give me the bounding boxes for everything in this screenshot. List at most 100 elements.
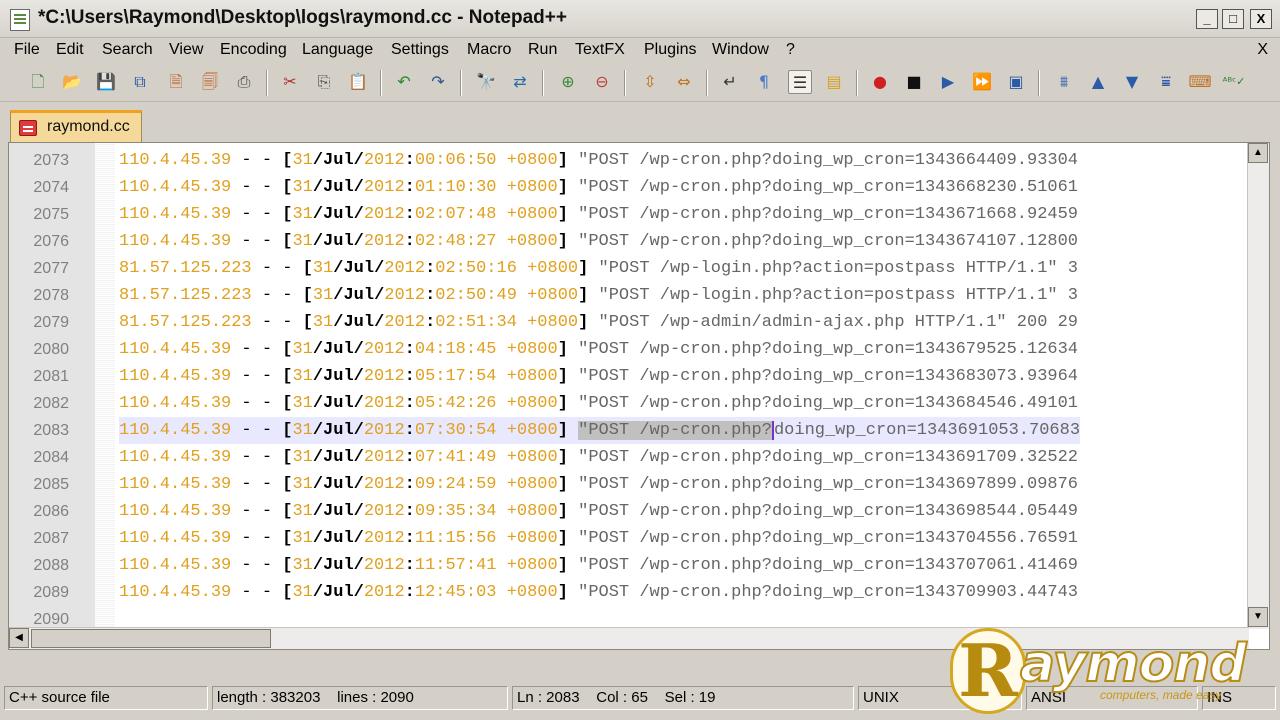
log-timezone: +0800: [506, 367, 558, 386]
line-number: 2075: [33, 206, 69, 223]
move-down-icon[interactable]: ▼: [1120, 70, 1144, 94]
log-year: 2012: [363, 151, 405, 170]
log-ip: 81.57.125.223: [119, 286, 252, 305]
code-line[interactable]: 2076 110.4.45.39 - - [31/Jul/2012:02:48:2…: [9, 228, 1245, 255]
menu-window[interactable]: Window: [712, 41, 769, 59]
trim-lines-icon[interactable]: ⩩: [1052, 70, 1076, 94]
cut-icon[interactable]: ✂: [278, 70, 302, 94]
menu-edit[interactable]: Edit: [56, 41, 84, 59]
menu-search[interactable]: Search: [102, 41, 153, 59]
code-line[interactable]: 2077 81.57.125.223 - - [31/Jul/2012:02:50…: [9, 255, 1245, 282]
undo-icon[interactable]: ↶: [392, 70, 416, 94]
record-macro-icon[interactable]: ●: [868, 70, 892, 94]
code-line[interactable]: 2079 81.57.125.223 - - [31/Jul/2012:02:51…: [9, 309, 1245, 336]
code-line[interactable]: 2083 110.4.45.39 - - [31/Jul/2012:07:30:5…: [9, 417, 1245, 444]
log-month: Jul: [323, 394, 354, 413]
code-line[interactable]: 2086 110.4.45.39 - - [31/Jul/2012:09:35:3…: [9, 498, 1245, 525]
copy-icon[interactable]: ⎘: [312, 70, 336, 94]
code-line[interactable]: 2080 110.4.45.39 - - [31/Jul/2012:04:18:4…: [9, 336, 1245, 363]
code-line[interactable]: 2078 81.57.125.223 - - [31/Jul/2012:02:50…: [9, 282, 1245, 309]
vertical-scrollbar[interactable]: ▲ ▼: [1247, 143, 1269, 629]
sort-icon[interactable]: ⩸: [1154, 70, 1178, 94]
code-text: 81.57.125.223 - - [31/Jul/2012:02:50:49 …: [119, 286, 1079, 305]
scroll-down-icon[interactable]: ▼: [1248, 607, 1268, 627]
toolbar-separator: [706, 70, 708, 96]
code-text: 81.57.125.223 - - [31/Jul/2012:02:51:34 …: [119, 313, 1079, 332]
log-request: doing_wp_cron=1343691053.70683: [773, 421, 1081, 440]
print-icon[interactable]: ⎙: [232, 70, 256, 94]
log-timezone: +0800: [506, 502, 558, 521]
show-all-characters-icon[interactable]: ¶: [752, 70, 776, 94]
raymond-watermark: R aymond computers, made easy: [950, 628, 1270, 718]
menu-language[interactable]: Language: [302, 41, 373, 59]
log-day: 31: [292, 421, 313, 440]
log-ip: 110.4.45.39: [119, 475, 232, 494]
horizontal-scroll-thumb[interactable]: [31, 629, 271, 648]
code-line[interactable]: 2089 110.4.45.39 - - [31/Jul/2012:12:45:0…: [9, 579, 1245, 606]
close-all-icon[interactable]: 🗐: [198, 70, 222, 94]
menu-macro[interactable]: Macro: [467, 41, 511, 59]
log-month: Jul: [343, 313, 375, 332]
minimize-button[interactable]: _: [1196, 9, 1218, 29]
menu-textfx[interactable]: TextFX: [575, 41, 625, 59]
menu-plugins[interactable]: Plugins: [644, 41, 696, 59]
menu-help[interactable]: ?: [786, 41, 795, 59]
save-icon[interactable]: 💾: [94, 70, 118, 94]
move-up-icon[interactable]: ▲: [1086, 70, 1110, 94]
run-macro-multiple-icon[interactable]: ⏩: [970, 70, 994, 94]
sync-horizontal-icon[interactable]: ⇔: [672, 70, 696, 94]
zoom-out-icon[interactable]: ⊖: [590, 70, 614, 94]
code-line[interactable]: 2074 110.4.45.39 - - [31/Jul/2012:01:10:3…: [9, 174, 1245, 201]
log-ip: 81.57.125.223: [119, 313, 252, 332]
menu-run[interactable]: Run: [528, 41, 557, 59]
new-file-icon[interactable]: 🗋: [26, 70, 50, 94]
word-wrap-icon[interactable]: ↵: [718, 70, 742, 94]
code-line[interactable]: 2088 110.4.45.39 - - [31/Jul/2012:11:57:4…: [9, 552, 1245, 579]
line-number: 2089: [33, 584, 69, 601]
code-line[interactable]: 2081 110.4.45.39 - - [31/Jul/2012:05:17:5…: [9, 363, 1245, 390]
maximize-button[interactable]: □: [1222, 9, 1244, 29]
log-request: "POST /wp-cron.php?doing_wp_cron=1343683…: [578, 367, 1079, 386]
abc-check-icon[interactable]: ᴬᴮᶜ✓: [1222, 70, 1246, 94]
stop-recording-icon[interactable]: ■: [902, 70, 926, 94]
user-defined-language-icon[interactable]: ▤: [822, 70, 846, 94]
open-folder-icon[interactable]: 📂: [60, 70, 84, 94]
save-all-icon[interactable]: ⧉: [128, 70, 152, 94]
code-line[interactable]: 2073 110.4.45.39 - - [31/Jul/2012:00:06:5…: [9, 147, 1245, 174]
save-macro-icon[interactable]: ▣: [1004, 70, 1028, 94]
close-window-button[interactable]: X: [1250, 9, 1272, 29]
code-line[interactable]: 2082 110.4.45.39 - - [31/Jul/2012:05:42:2…: [9, 390, 1245, 417]
code-line[interactable]: 2085 110.4.45.39 - - [31/Jul/2012:09:24:5…: [9, 471, 1245, 498]
code-line[interactable]: 2084 110.4.45.39 - - [31/Jul/2012:07:41:4…: [9, 444, 1245, 471]
log-month: Jul: [323, 502, 354, 521]
log-year: 2012: [363, 529, 405, 548]
close-document-button[interactable]: X: [1257, 41, 1268, 59]
status-length: length : 383203: [217, 689, 321, 706]
find-icon[interactable]: 🔭: [474, 70, 498, 94]
replace-icon[interactable]: ⇄: [508, 70, 532, 94]
menu-settings[interactable]: Settings: [391, 41, 449, 59]
code-line[interactable]: 2075 110.4.45.39 - - [31/Jul/2012:02:07:4…: [9, 201, 1245, 228]
menu-file[interactable]: File: [14, 41, 40, 59]
line-number: 2078: [33, 287, 69, 304]
sync-vertical-icon[interactable]: ⇳: [638, 70, 662, 94]
menu-view[interactable]: View: [169, 41, 203, 59]
scroll-up-icon[interactable]: ▲: [1248, 143, 1268, 163]
code-line[interactable]: 2087 110.4.45.39 - - [31/Jul/2012:11:15:5…: [9, 525, 1245, 552]
tab-raymond-cc[interactable]: raymond.cc: [10, 110, 142, 142]
zoom-in-icon[interactable]: ⊕: [556, 70, 580, 94]
spell-check-icon[interactable]: ⌨: [1188, 70, 1212, 94]
menu-encoding[interactable]: Encoding: [220, 41, 287, 59]
log-request: "POST /wp-admin/admin-ajax.php HTTP/1.1"…: [598, 313, 1079, 332]
log-month: Jul: [323, 421, 354, 440]
editor-pane[interactable]: 2073 110.4.45.39 - - [31/Jul/2012:00:06:5…: [8, 142, 1270, 650]
paste-icon[interactable]: 📋: [346, 70, 370, 94]
close-file-icon[interactable]: 🗎: [164, 70, 188, 94]
play-macro-icon[interactable]: ▶: [936, 70, 960, 94]
indent-guide-icon[interactable]: ☰: [788, 70, 812, 94]
log-year: 2012: [363, 583, 405, 602]
log-time: 04:18:45: [414, 340, 497, 359]
scroll-left-icon[interactable]: ◀: [9, 628, 29, 648]
redo-icon[interactable]: ↷: [426, 70, 450, 94]
log-timezone: +0800: [527, 286, 579, 305]
